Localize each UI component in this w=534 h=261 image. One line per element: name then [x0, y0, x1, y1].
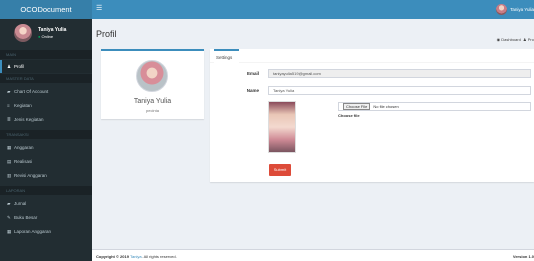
sidebar-item-jenis-kegiatan[interactable]: ≣ Jenis Kegiatan — [0, 113, 92, 126]
sidebar-user-panel: Taniya Yulia ● Online — [0, 19, 92, 47]
sidebar-toggle-icon[interactable]: ☰ — [96, 5, 102, 13]
book-icon: ▰ — [7, 88, 11, 94]
sidebar-avatar — [14, 24, 32, 42]
dashboard-icon: ◉ — [496, 37, 501, 42]
user-icon: ♟ — [7, 63, 12, 69]
profile-photo — [268, 101, 296, 153]
footer-version: Version 1.0 — [512, 254, 534, 259]
tab-bar: Settings — [210, 49, 534, 63]
name-field[interactable] — [268, 86, 531, 95]
sidebar-item-label: Jurnal — [14, 201, 27, 206]
sidebar-item-label: Realisasi — [14, 159, 33, 164]
top-user-name: Taniya Yulia — [510, 7, 534, 12]
sidebar-item-revisi-anggaran[interactable]: ▥ Revisi Anggaran — [0, 169, 92, 182]
file-input-note: Choose file — [338, 113, 360, 118]
file-input[interactable]: Choose File No file chosen — [338, 102, 531, 111]
settings-card: Settings Email Name Choose File No file … — [210, 49, 534, 182]
sidebar-section-main: MAIN — [0, 50, 92, 59]
sidebar-item-chart-of-account[interactable]: ▰ Chart Of Account — [0, 85, 92, 98]
name-label: Name — [246, 88, 259, 93]
page-title: Profil — [96, 29, 117, 39]
email-label: Email — [246, 71, 259, 76]
tab-settings[interactable]: Settings — [214, 49, 239, 63]
sidebar-section-laporan: LAPORAN — [0, 186, 92, 195]
content-header: Profil ◉ Dashboard ♟ Pro — [92, 19, 534, 42]
sidebar-item-anggaran[interactable]: ▦ Anggaran — [0, 141, 92, 154]
footer-link[interactable]: Taniya — [130, 254, 142, 259]
sidebar-item-profil[interactable]: ♟ Profil — [0, 60, 92, 73]
sidebar-item-label: Revisi Anggaran — [14, 173, 47, 178]
list-icon: ≡ — [7, 103, 10, 108]
profile-name: Taniya Yulia — [133, 98, 172, 105]
copyright-suffix: . All rights reserved. — [141, 254, 177, 259]
footer: Copyright © 2019 Taniya. All rights rese… — [92, 249, 534, 261]
list-icon: ≣ — [7, 116, 11, 122]
online-status-icon: ● — [38, 34, 41, 39]
breadcrumb-dashboard[interactable]: Dashboard — [501, 37, 521, 42]
sidebar-item-label: Anggaran — [14, 145, 34, 150]
submit-button[interactable]: Submit — [269, 164, 291, 176]
book-icon: ✎ — [7, 214, 11, 220]
copyright-prefix: Copyright © 2019 — [96, 254, 129, 259]
sidebar-item-label: Buku Besar — [14, 215, 38, 220]
sidebar: Taniya Yulia ● Online MAIN ♟ Profil MAST… — [0, 19, 92, 261]
sidebar-section-transaksi: TRANSAKSI — [0, 130, 92, 139]
top-avatar — [496, 4, 508, 15]
book-icon: ▰ — [7, 200, 11, 206]
top-navbar: OCODocument ☰ Taniya Yulia — [0, 0, 534, 19]
footer-copyright: Copyright © 2019 Taniya. All rights rese… — [96, 254, 177, 259]
sidebar-item-label: Kegiatan — [14, 103, 32, 108]
status-text: Online — [41, 34, 54, 39]
sidebar-item-realisasi[interactable]: ▤ Realisasi — [0, 155, 92, 168]
sidebar-item-jurnal[interactable]: ▰ Jurnal — [0, 197, 92, 210]
sidebar-user-name: Taniya Yulia — [38, 27, 67, 33]
sidebar-item-kegiatan[interactable]: ≡ Kegiatan — [0, 99, 92, 112]
table-icon: ▦ — [7, 144, 12, 150]
breadcrumb: ◉ Dashboard ♟ Pro — [497, 37, 534, 42]
profile-image — [136, 60, 168, 92]
sidebar-item-label: Profil — [14, 64, 25, 69]
sidebar-item-label: Laporan Anggaran — [14, 229, 52, 234]
sidebar-user-status: ● Online — [38, 34, 53, 39]
sidebar-section-master: MASTER DATA — [0, 74, 92, 83]
sidebar-item-label: Chart Of Account — [14, 89, 49, 94]
sidebar-item-laporan-anggaran[interactable]: ▦ Laporan Anggaran — [0, 225, 92, 238]
profile-role: pecinta — [146, 108, 159, 113]
sidebar-item-buku-besar[interactable]: ✎ Buku Besar — [0, 211, 92, 224]
profile-card: Taniya Yulia pecinta — [101, 49, 204, 119]
app-brand-logo[interactable]: OCODocument — [0, 0, 92, 19]
breadcrumb-current: Pro — [527, 37, 534, 42]
sidebar-item-label: Jenis Kegiatan — [14, 117, 44, 122]
table-icon: ▥ — [7, 172, 12, 178]
table-icon: ▦ — [7, 228, 12, 234]
top-user-menu[interactable]: Taniya Yulia — [496, 2, 534, 17]
choose-file-button[interactable]: Choose File — [343, 103, 371, 110]
money-icon: ▤ — [7, 158, 12, 164]
email-field[interactable] — [268, 69, 531, 78]
file-status-text: No file chosen — [373, 104, 399, 109]
user-icon: ♟ — [523, 37, 527, 42]
